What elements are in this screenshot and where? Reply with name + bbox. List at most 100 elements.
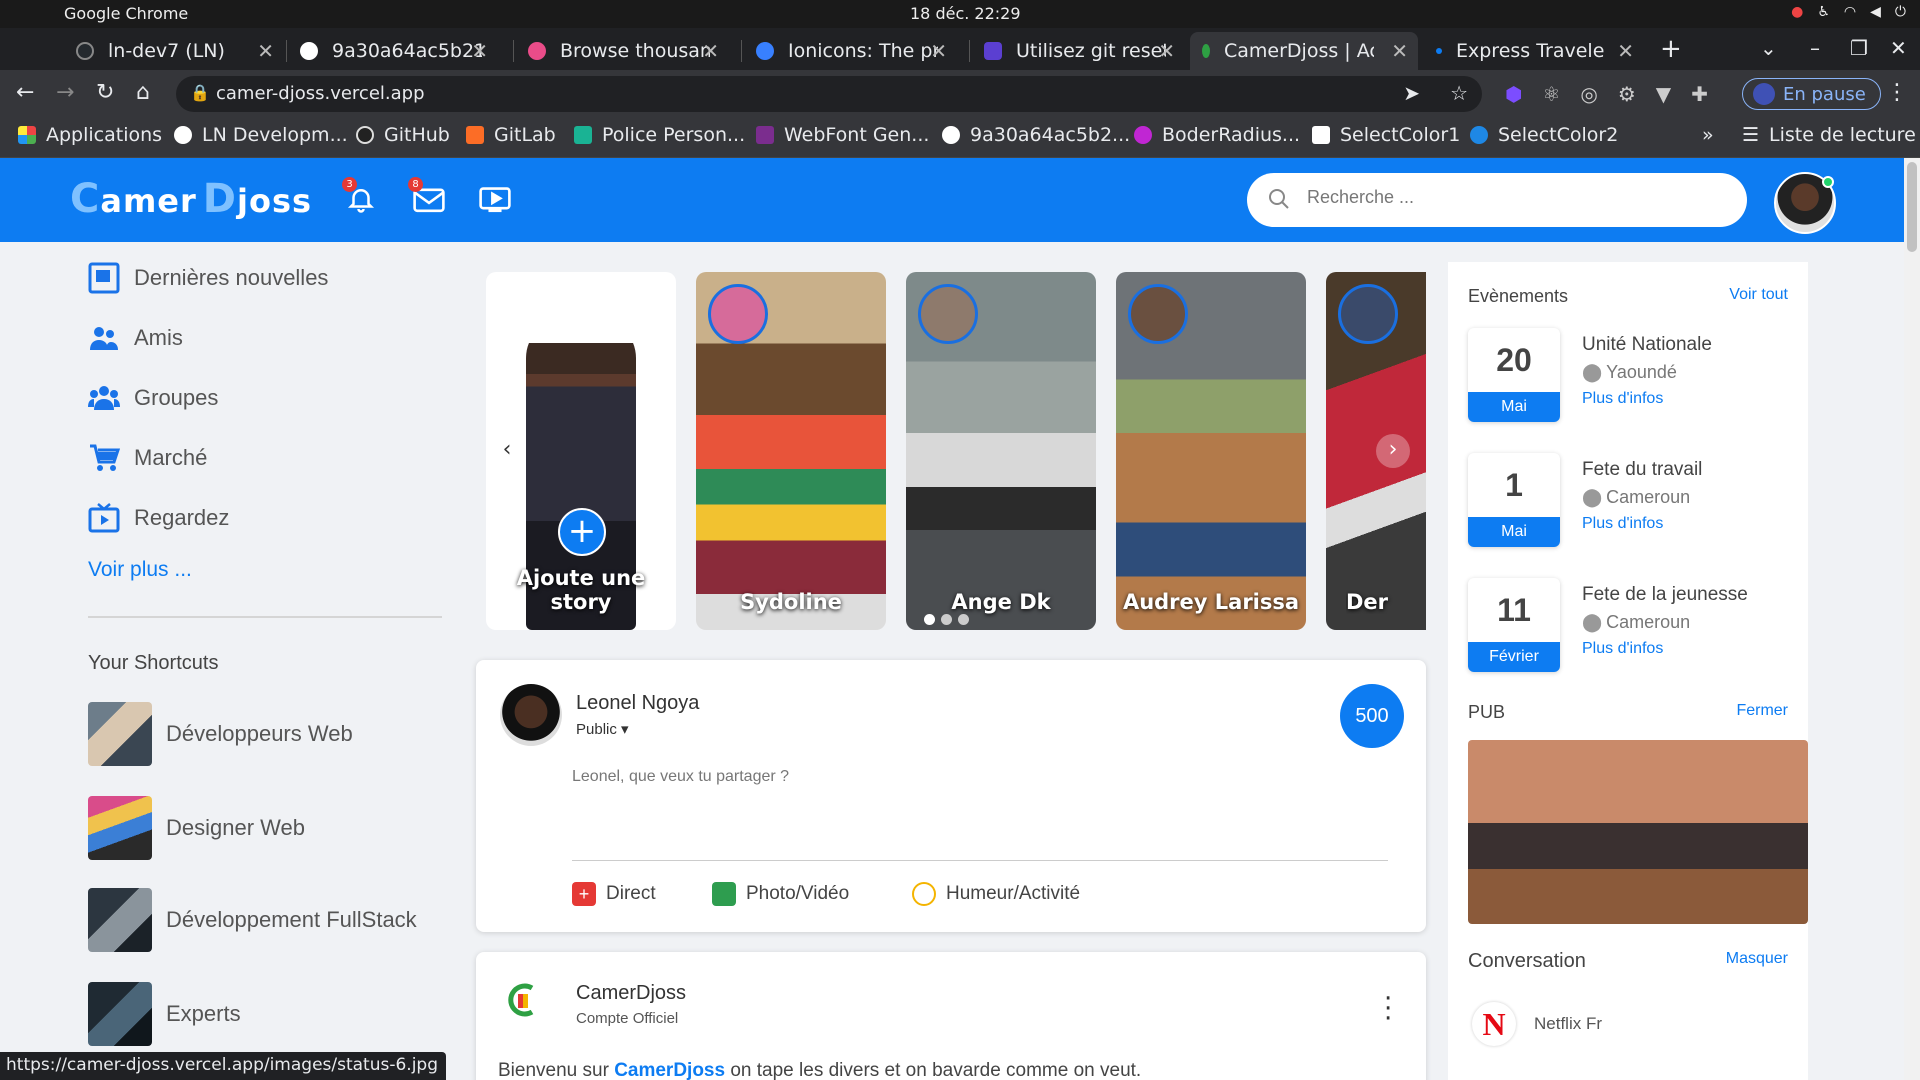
photo-video-button[interactable]: Photo/Vidéo <box>712 882 849 906</box>
bookmark-selectcolor1[interactable]: SelectColor1 <box>1312 124 1460 146</box>
stories-next-button[interactable]: › <box>1376 434 1410 468</box>
accessibility-icon[interactable]: ♿ <box>1817 4 1830 20</box>
send-icon[interactable]: ➤ <box>1403 81 1420 105</box>
bookmark-applications[interactable]: Applications <box>18 124 162 146</box>
camerdjoss-logo[interactable]: Camer Djoss <box>70 176 312 222</box>
stories-prev-button[interactable]: ‹ <box>490 434 524 468</box>
bookmark-gitlab[interactable]: GitLab <box>466 124 556 146</box>
volume-icon[interactable]: ◀ <box>1870 4 1881 20</box>
close-icon[interactable]: ✕ <box>1158 39 1175 63</box>
feeling-activity-button[interactable]: Humeur/Activité <box>912 882 1080 906</box>
search-input[interactable] <box>1307 187 1707 208</box>
sidebar-item-news[interactable]: Dernières nouvelles <box>70 248 450 308</box>
event-more-info-link[interactable]: Plus d'infos <box>1582 515 1663 533</box>
power-icon[interactable]: ⏻ <box>1895 4 1906 20</box>
events-see-all-link[interactable]: Voir tout <box>1729 286 1788 304</box>
tab-1[interactable]: 9a30a64ac5b21f ✕ <box>288 32 498 70</box>
add-story-icon[interactable]: + <box>558 508 606 556</box>
wifi-icon[interactable]: ◠ <box>1844 4 1856 20</box>
close-icon[interactable]: ✕ <box>930 39 947 63</box>
scrollbar-thumb[interactable] <box>1907 162 1917 252</box>
messages-button[interactable]: 8 <box>408 177 446 214</box>
pub-close-link[interactable]: Fermer <box>1736 702 1788 720</box>
tab-search-chevron-icon[interactable]: ⌄ <box>1760 36 1777 60</box>
event-more-info-link[interactable]: Plus d'infos <box>1582 390 1663 408</box>
profile-avatar[interactable] <box>1774 172 1836 234</box>
shortcut-item[interactable]: Experts <box>88 982 468 1046</box>
profile-paused-button[interactable]: En pause <box>1742 78 1881 110</box>
sidebar-item-watch[interactable]: Regardez <box>70 488 450 548</box>
close-icon[interactable]: ✕ <box>1391 39 1408 63</box>
bookmark-selectcolor2[interactable]: SelectColor2 <box>1470 124 1618 146</box>
sidebar-item-groups[interactable]: Groupes <box>70 368 450 428</box>
system-clock[interactable]: 18 déc. 22:29 <box>910 4 1021 23</box>
close-icon[interactable]: ✕ <box>1617 39 1634 63</box>
tab-2[interactable]: Browse thousand ✕ <box>516 32 729 70</box>
reload-icon[interactable]: ↻ <box>96 80 114 105</box>
live-button[interactable]: + Direct <box>572 882 656 906</box>
extension-target-icon[interactable]: ◎ <box>1580 82 1597 106</box>
github-icon <box>76 42 94 60</box>
post-options-icon[interactable]: · · · <box>1384 986 1392 1032</box>
home-icon[interactable]: ⌂ <box>136 80 150 105</box>
extension-gear-icon[interactable]: ⚙ <box>1618 82 1636 106</box>
record-icon[interactable]: ● <box>1791 4 1803 20</box>
new-tab-button[interactable]: + <box>1660 34 1682 64</box>
bookmark-github[interactable]: GitHub <box>356 124 450 146</box>
tab-6[interactable]: Express Travelers ✕ <box>1424 32 1644 70</box>
address-bar[interactable]: 🔒 camer-djoss.vercel.app ➤ ☆ <box>176 76 1482 112</box>
conversation-hide-link[interactable]: Masquer <box>1726 950 1788 968</box>
bookmark-9a30a64ac5b2[interactable]: 9a30a64ac5b2... <box>942 124 1130 146</box>
shortcut-item[interactable]: Designer Web <box>88 796 468 860</box>
tab-4[interactable]: Utilisez git reset ✕ <box>972 32 1185 70</box>
vue-devtools-icon[interactable]: ▼ <box>1656 82 1671 106</box>
close-icon[interactable]: ✕ <box>257 39 274 63</box>
shortcut-item[interactable]: Développeurs Web <box>88 702 468 766</box>
tab-camerdjoss[interactable]: CamerDjoss | Acc ✕ <box>1190 32 1418 70</box>
tab-3[interactable]: Ionicons: The pre ✕ <box>744 32 957 70</box>
browser-menu-icon[interactable]: ⋮ <box>1886 80 1908 105</box>
page-scrollbar[interactable] <box>1904 158 1920 1080</box>
sidebar-item-friends[interactable]: Amis <box>70 308 450 368</box>
tab-separator <box>969 40 970 62</box>
tab-0[interactable]: ln-dev7 (LN) ✕ <box>64 32 284 70</box>
story-card[interactable]: Audrey Larissa <box>1116 272 1306 630</box>
conversation-item[interactable]: N Netflix Fr <box>1472 1002 1602 1046</box>
bookmark-ln-developm[interactable]: LN Developm... <box>174 124 348 146</box>
see-more-link[interactable]: Voir plus ... <box>88 558 192 582</box>
lock-icon[interactable]: 🔒 <box>190 83 210 102</box>
react-devtools-icon[interactable]: ⚛ <box>1542 82 1560 106</box>
camerdjoss-small-logo-icon[interactable] <box>504 980 544 1028</box>
composer-avatar[interactable] <box>500 684 562 746</box>
reading-list[interactable]: ☰ Liste de lecture <box>1742 124 1916 146</box>
minimize-icon[interactable]: – <box>1810 36 1820 60</box>
audience-selector[interactable]: Public ▾ <box>576 720 629 738</box>
bookmark-police-person[interactable]: Police Person... <box>574 124 745 146</box>
restore-icon[interactable]: ❐ <box>1850 36 1868 60</box>
back-icon[interactable]: ← <box>16 80 34 105</box>
location-pin-icon: ⬤ <box>1582 362 1603 382</box>
post-author[interactable]: CamerDjoss <box>576 982 686 1005</box>
post-input[interactable]: Leonel, que veux tu partager ? <box>572 768 789 786</box>
notifications-button[interactable]: 3 <box>342 177 380 214</box>
sidebar-divider <box>88 616 442 618</box>
ad-image[interactable] <box>1468 740 1808 924</box>
watch-button[interactable] <box>478 184 512 214</box>
bookmarks-overflow-icon[interactable]: » <box>1702 124 1714 146</box>
bookmark-boderradius[interactable]: BoderRadius... <box>1134 124 1300 146</box>
story-card[interactable]: Ange Dk <box>906 272 1096 630</box>
extension-badge-icon[interactable]: ⬢ <box>1505 82 1522 106</box>
sidebar-item-market[interactable]: Marché <box>70 428 450 488</box>
close-icon[interactable]: ✕ <box>702 39 719 63</box>
star-icon[interactable]: ☆ <box>1450 81 1468 105</box>
story-card[interactable]: Sydoline <box>696 272 886 630</box>
gitlab-icon <box>466 126 484 144</box>
bookmark-webfont-gen[interactable]: WebFont Gen... <box>756 124 929 146</box>
event-more-info-link[interactable]: Plus d'infos <box>1582 640 1663 658</box>
shortcut-item[interactable]: Développement FullStack <box>88 888 468 952</box>
event-location: ⬤ Yaoundé <box>1582 362 1677 382</box>
close-icon[interactable]: ✕ <box>471 39 488 63</box>
puzzle-icon[interactable]: ✚ <box>1691 82 1708 106</box>
forward-icon[interactable]: → <box>56 80 74 105</box>
window-close-icon[interactable]: ✕ <box>1890 36 1907 60</box>
